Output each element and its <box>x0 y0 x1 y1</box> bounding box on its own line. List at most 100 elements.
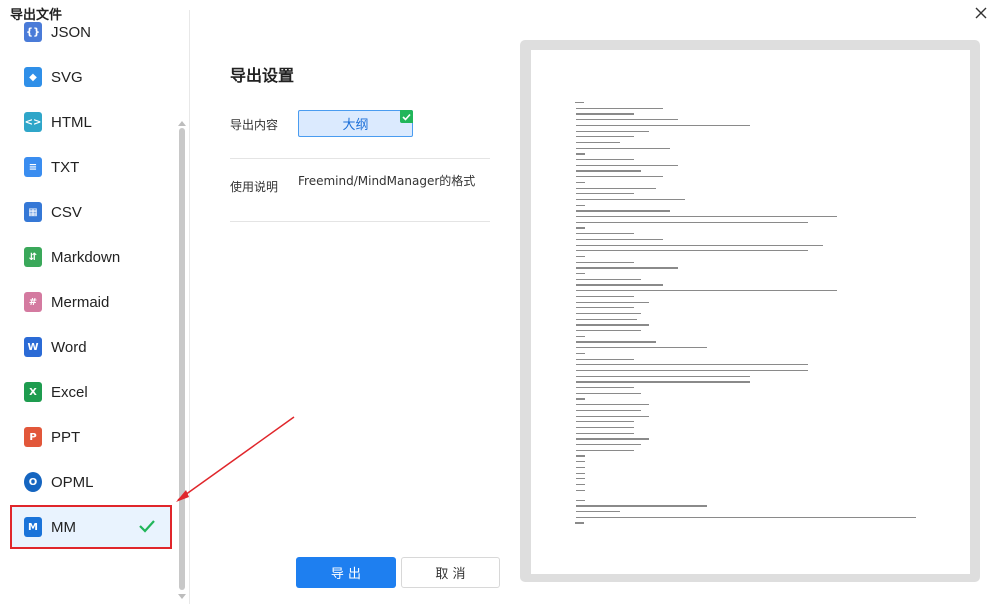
sidebar-item-label: JSON <box>51 23 92 41</box>
preview-text-line <box>576 187 656 189</box>
preview-text-line <box>576 381 750 383</box>
sidebar-item-label: OPML <box>51 473 94 491</box>
arrow-line <box>177 416 295 501</box>
preview-text-line <box>576 426 634 429</box>
sidebar-item-excel[interactable]: X Excel <box>10 370 172 414</box>
scroll-up-arrow-icon[interactable] <box>178 120 186 126</box>
preview-text-line <box>576 170 642 172</box>
preview-text-line <box>576 455 585 457</box>
preview-text-line <box>576 505 707 507</box>
preview-text-line <box>576 449 634 451</box>
preview-text-line <box>576 250 808 252</box>
sidebar-scrollbar[interactable] <box>179 128 185 590</box>
preview-text-line <box>576 193 634 195</box>
preview-text-line <box>576 335 585 337</box>
preview-text-line <box>576 438 649 440</box>
sidebar-item-mermaid[interactable]: # Mermaid <box>10 280 172 324</box>
preview-text-line <box>575 522 584 524</box>
sidebar-item-mm[interactable]: M MM <box>10 505 172 549</box>
close-button[interactable] <box>970 2 992 24</box>
preview-text-line <box>576 347 707 349</box>
preview-text-line <box>576 233 634 235</box>
outline-option-label: 大纲 <box>342 118 369 133</box>
preview-text-line <box>576 444 642 446</box>
ppt-icon: P <box>24 427 42 447</box>
preview-text-line <box>576 318 637 320</box>
preview-text-line <box>576 369 808 372</box>
sidebar-item-label: Excel <box>51 383 88 401</box>
opml-icon: O <box>24 472 42 492</box>
sidebar-item-label: Word <box>51 338 87 356</box>
preview-text-line <box>576 267 678 269</box>
html-icon: <> <box>24 112 42 132</box>
sidebar-item-markdown[interactable]: ⇵ Markdown <box>10 235 172 279</box>
usage-label: 使用说明 <box>230 180 279 194</box>
preview-text-line <box>576 210 671 212</box>
preview-text-line <box>576 421 634 423</box>
sidebar-item-label: Markdown <box>51 248 121 266</box>
outline-option-button[interactable]: 大纲 <box>298 110 413 137</box>
preview-panel <box>520 40 980 582</box>
preview-text-line <box>576 181 585 184</box>
sidebar-item-word[interactable]: W Word <box>10 325 172 369</box>
preview-text-line <box>576 392 642 394</box>
preview-text-line <box>576 227 585 229</box>
sidebar-item-csv[interactable]: ▦ CSV <box>10 190 172 234</box>
preview-text-line <box>576 499 585 501</box>
divider <box>230 221 490 222</box>
preview-text-line <box>576 295 634 298</box>
export-button[interactable]: 导 出 <box>296 557 396 588</box>
preview-text-line <box>576 164 678 166</box>
sidebar-item-label: HTML <box>51 113 92 131</box>
preview-text-line <box>576 307 634 309</box>
preview-text-line <box>576 176 663 178</box>
section-title: 导出设置 <box>230 66 295 85</box>
excel-icon: X <box>24 382 42 402</box>
close-icon <box>975 7 987 19</box>
format-sidebar: {} JSON ◆ SVG <> HTML ≡ TXT ▦ CSV ⇵ Mark… <box>0 10 190 604</box>
mermaid-icon: # <box>24 292 42 312</box>
scroll-down-arrow-icon[interactable] <box>178 594 186 600</box>
sidebar-item-json[interactable]: {} JSON <box>10 10 172 54</box>
sidebar-item-svg[interactable]: ◆ SVG <box>10 55 172 99</box>
preview-text-line <box>576 387 634 389</box>
cancel-button[interactable]: 取 消 <box>401 557 500 588</box>
sidebar-item-label: MM <box>51 518 76 536</box>
sidebar-item-html[interactable]: <> HTML <box>10 100 172 144</box>
preview-text-line <box>576 113 634 115</box>
preview-text-line <box>576 489 585 491</box>
preview-text-line <box>576 398 585 400</box>
preview-text-line <box>576 278 642 280</box>
preview-text-line <box>576 483 585 486</box>
preview-text-line <box>576 244 823 246</box>
preview-text-line <box>576 273 585 275</box>
svg-icon: ◆ <box>24 67 42 87</box>
word-icon: W <box>24 337 42 357</box>
preview-text-line <box>576 330 642 332</box>
preview-text-line <box>576 284 663 286</box>
preview-text-line <box>576 301 649 303</box>
preview-text-line <box>576 124 750 127</box>
preview-text-line <box>576 312 642 315</box>
preview-text-line <box>576 375 750 377</box>
selected-check-badge <box>400 110 413 123</box>
sidebar-item-label: TXT <box>51 158 80 176</box>
preview-text-line <box>576 198 685 201</box>
mm-icon: M <box>24 517 42 537</box>
preview-text-line <box>576 478 585 480</box>
preview-text-line <box>576 261 634 263</box>
sidebar-item-ppt[interactable]: P PPT <box>10 415 172 459</box>
sidebar-item-opml[interactable]: O OPML <box>10 460 172 504</box>
preview-text-line <box>576 221 808 223</box>
preview-text-line <box>576 107 663 109</box>
preview-text-line <box>576 136 634 138</box>
sidebar-item-txt[interactable]: ≡ TXT <box>10 145 172 189</box>
preview-text-line <box>576 119 678 121</box>
checkmark-icon <box>139 520 155 533</box>
preview-text-line <box>576 141 620 144</box>
preview-text-line <box>576 290 837 292</box>
preview-text-line <box>576 415 649 417</box>
preview-text-line <box>576 404 649 406</box>
preview-text-line <box>576 461 585 463</box>
preview-text-line <box>576 409 642 412</box>
